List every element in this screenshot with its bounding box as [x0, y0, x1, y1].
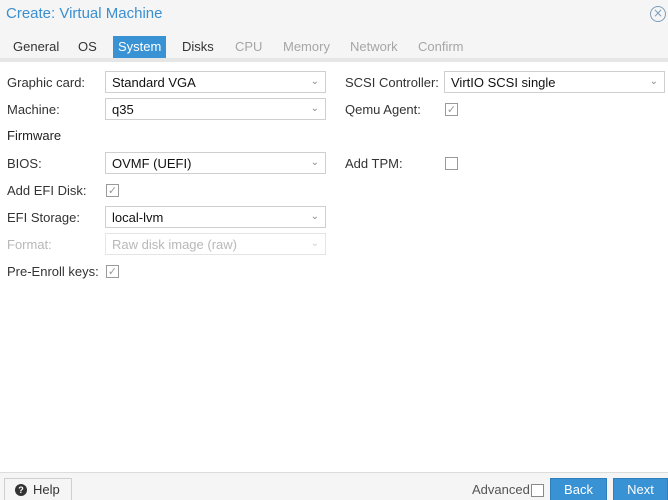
scsi-controller-label: SCSI Controller:	[345, 75, 439, 90]
tab-cpu[interactable]: CPU	[230, 36, 267, 58]
help-button[interactable]: ? Help	[4, 478, 72, 500]
firmware-section-title: Firmware	[7, 128, 62, 143]
pre-enroll-keys-label: Pre-Enroll keys:	[7, 264, 99, 279]
efi-storage-select[interactable]: local-lvm ⌄	[105, 206, 326, 228]
next-button[interactable]: Next	[613, 478, 668, 500]
tab-network[interactable]: Network	[345, 36, 403, 58]
dialog-title: Create: Virtual Machine	[6, 5, 163, 22]
format-select: Raw disk image (raw) ⌄	[105, 233, 326, 255]
graphic-card-value: Standard VGA	[112, 75, 196, 90]
graphic-card-select[interactable]: Standard VGA ⌄	[105, 71, 326, 93]
chevron-down-icon: ⌄	[310, 103, 319, 114]
tab-bar: General OS System Disks CPU Memory Netwo…	[0, 30, 668, 62]
format-label: Format:	[7, 237, 52, 252]
tab-confirm[interactable]: Confirm	[413, 36, 469, 58]
dialog-footer: ? Help Advanced Back Next	[0, 472, 668, 500]
tab-disks[interactable]: Disks	[177, 36, 219, 58]
qemu-agent-label: Qemu Agent:	[345, 102, 421, 117]
advanced-label: Advanced	[472, 482, 530, 497]
tab-os[interactable]: OS	[73, 36, 102, 58]
question-circle-icon: ?	[15, 484, 27, 496]
tab-system[interactable]: System	[113, 36, 167, 58]
chevron-down-icon: ⌄	[649, 76, 658, 87]
machine-label: Machine:	[7, 102, 60, 117]
help-label: Help	[33, 482, 60, 497]
create-vm-dialog: Create: Virtual Machine × General OS Sys…	[0, 0, 668, 500]
back-button[interactable]: Back	[550, 478, 607, 500]
efi-storage-label: EFI Storage:	[7, 210, 80, 225]
add-tpm-label: Add TPM:	[345, 156, 403, 171]
title-bar: Create: Virtual Machine ×	[0, 0, 668, 30]
efi-storage-value: local-lvm	[112, 210, 164, 225]
qemu-agent-checkbox[interactable]: ✓	[445, 103, 458, 116]
chevron-down-icon: ⌄	[310, 76, 319, 87]
bios-value: OVMF (UEFI)	[112, 156, 192, 171]
add-tpm-checkbox[interactable]	[445, 157, 458, 170]
machine-select[interactable]: q35 ⌄	[105, 98, 326, 120]
add-efi-disk-checkbox[interactable]: ✓	[106, 184, 119, 197]
scsi-controller-select[interactable]: VirtIO SCSI single ⌄	[444, 71, 665, 93]
format-value: Raw disk image (raw)	[112, 237, 237, 252]
add-efi-disk-label: Add EFI Disk:	[7, 183, 87, 198]
chevron-down-icon: ⌄	[310, 238, 319, 249]
graphic-card-label: Graphic card:	[7, 75, 86, 90]
machine-value: q35	[112, 102, 134, 117]
bios-select[interactable]: OVMF (UEFI) ⌄	[105, 152, 326, 174]
tab-underline	[0, 58, 668, 62]
tab-memory[interactable]: Memory	[278, 36, 335, 58]
tab-general[interactable]: General	[8, 36, 64, 58]
scsi-controller-value: VirtIO SCSI single	[451, 75, 556, 90]
chevron-down-icon: ⌄	[310, 157, 319, 168]
chevron-down-icon: ⌄	[310, 211, 319, 222]
advanced-checkbox[interactable]	[531, 484, 544, 497]
bios-label: BIOS:	[7, 156, 42, 171]
pre-enroll-keys-checkbox[interactable]: ✓	[106, 265, 119, 278]
close-icon[interactable]: ×	[650, 6, 666, 22]
